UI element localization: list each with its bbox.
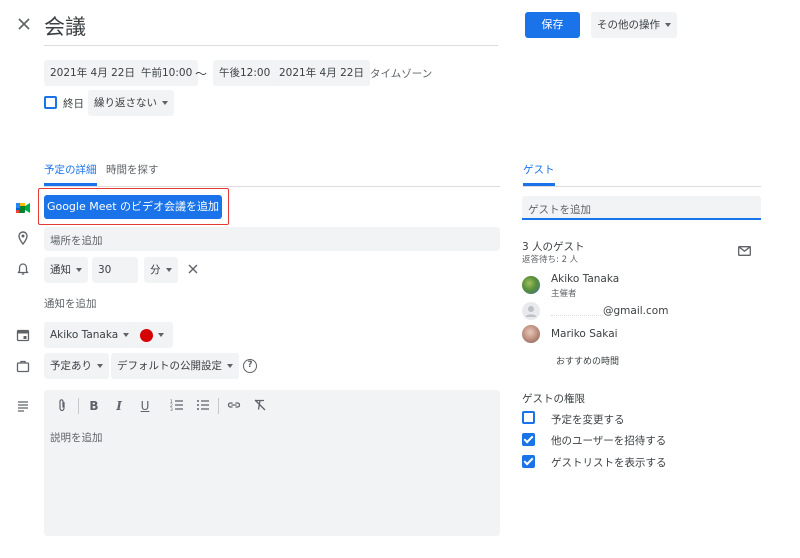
clear-formatting-icon[interactable] bbox=[252, 398, 268, 414]
link-icon[interactable] bbox=[226, 398, 242, 414]
start-time-chip[interactable]: 午前10:00 bbox=[135, 60, 199, 86]
calendar-icon bbox=[16, 328, 30, 342]
chevron-down-icon bbox=[97, 364, 103, 368]
tab-find-time-label: 時間を探す bbox=[106, 164, 159, 176]
notification-type-label: 通知 bbox=[50, 264, 71, 276]
attachment-icon[interactable] bbox=[54, 398, 70, 414]
end-date-chip[interactable]: 2021年 4月 22日 bbox=[273, 60, 370, 86]
briefcase-icon bbox=[16, 359, 30, 373]
chevron-down-icon bbox=[123, 333, 130, 337]
permission-label: ゲストリストを表示する bbox=[551, 457, 667, 469]
more-actions-label: その他の操作 bbox=[597, 19, 660, 31]
remove-notification-icon[interactable] bbox=[187, 263, 199, 275]
chevron-down-icon bbox=[165, 268, 172, 272]
calendar-owner-label: Akiko Tanaka bbox=[50, 329, 119, 341]
title-text: 会議 bbox=[44, 15, 86, 39]
add-notification-link[interactable]: 通知を追加 bbox=[44, 296, 97, 311]
chevron-down-icon bbox=[227, 364, 233, 368]
toolbar-divider bbox=[78, 398, 79, 414]
guest-count: 3 人のゲスト bbox=[522, 241, 585, 253]
guest-name: Akiko Tanaka bbox=[551, 273, 620, 285]
toolbar-divider bbox=[218, 398, 219, 414]
guest-role: 主催者 bbox=[551, 289, 577, 299]
visibility-dropdown[interactable]: デフォルトの公開設定 bbox=[111, 353, 239, 379]
chevron-down-icon bbox=[162, 101, 168, 105]
redacted-email-prefix bbox=[551, 306, 603, 316]
chevron-down-icon bbox=[665, 23, 671, 27]
tab-find-time[interactable]: 時間を探す bbox=[106, 162, 159, 177]
suggested-times-link[interactable]: おすすめの時間 bbox=[556, 354, 619, 367]
bold-icon[interactable]: B bbox=[86, 398, 102, 414]
location-input[interactable]: 場所を追加 bbox=[44, 227, 500, 251]
notification-type-dropdown[interactable]: 通知 bbox=[44, 257, 88, 283]
tab-guests-label: ゲスト bbox=[523, 164, 555, 176]
guest-name: Mariko Sakai bbox=[551, 328, 618, 340]
close-icon[interactable] bbox=[16, 16, 32, 32]
permission-checkbox-modify[interactable] bbox=[522, 411, 535, 424]
guest-pending: 返答待ち: 2 人 bbox=[522, 255, 579, 265]
visibility-label: デフォルトの公開設定 bbox=[117, 360, 222, 372]
event-color-dropdown[interactable] bbox=[132, 322, 173, 348]
location-placeholder: 場所を追加 bbox=[50, 235, 103, 247]
avatar bbox=[522, 325, 540, 343]
permission-checkbox-see-list[interactable] bbox=[522, 455, 535, 468]
chevron-down-icon bbox=[76, 268, 82, 272]
google-meet-icon bbox=[16, 201, 30, 215]
svg-text:3: 3 bbox=[170, 407, 173, 412]
time-separator: 〜 bbox=[195, 67, 208, 81]
description-icon bbox=[16, 399, 30, 413]
add-google-meet-button[interactable]: Google Meet のビデオ会議を追加 bbox=[44, 195, 222, 219]
numbered-list-icon[interactable]: 123 bbox=[169, 398, 185, 414]
start-date-chip[interactable]: 2021年 4月 22日 bbox=[44, 60, 141, 86]
event-color-swatch bbox=[140, 328, 153, 342]
permission-checkbox-invite[interactable] bbox=[522, 433, 535, 446]
bell-icon bbox=[16, 262, 30, 276]
end-time-chip[interactable]: 午後12:00 bbox=[213, 60, 277, 86]
help-icon-glyph: ? bbox=[247, 360, 253, 370]
all-day-label: 終日 bbox=[63, 98, 84, 110]
tab-guests[interactable]: ゲスト bbox=[523, 162, 555, 186]
calendar-owner-dropdown[interactable]: Akiko Tanaka bbox=[44, 322, 136, 348]
bulleted-list-icon[interactable] bbox=[195, 398, 211, 414]
description-placeholder: 説明を追加 bbox=[50, 432, 103, 444]
underline-icon[interactable]: U bbox=[137, 398, 153, 414]
location-icon bbox=[16, 231, 30, 246]
notification-value-input[interactable]: 30 bbox=[92, 257, 138, 283]
save-button[interactable]: 保存 bbox=[525, 12, 580, 38]
availability-label: 予定あり bbox=[50, 360, 92, 372]
all-day-checkbox[interactable] bbox=[44, 96, 57, 109]
add-guests-placeholder: ゲストを追加 bbox=[528, 204, 591, 216]
timezone-link[interactable]: タイムゾーン bbox=[370, 66, 432, 81]
tab-event-details[interactable]: 予定の詳細 bbox=[44, 162, 97, 186]
guest-email-domain: @gmail.com bbox=[603, 305, 669, 317]
avatar bbox=[522, 302, 540, 320]
permission-label: 予定を変更する bbox=[551, 414, 625, 426]
repeat-dropdown[interactable]: 繰り返さない bbox=[88, 90, 174, 116]
availability-dropdown[interactable]: 予定あり bbox=[44, 353, 109, 379]
guest-permissions-title: ゲストの権限 bbox=[522, 393, 585, 405]
tab-event-details-label: 予定の詳細 bbox=[44, 164, 97, 176]
avatar bbox=[522, 276, 540, 294]
help-icon[interactable]: ? bbox=[243, 359, 257, 373]
chevron-down-icon bbox=[158, 333, 164, 337]
guest-name: @gmail.com bbox=[551, 305, 668, 317]
email-guests-icon[interactable] bbox=[738, 246, 751, 256]
guests-tab-divider bbox=[523, 186, 761, 187]
add-guests-input[interactable]: ゲストを追加 bbox=[522, 196, 761, 220]
notification-unit-dropdown[interactable]: 分 bbox=[144, 257, 178, 283]
italic-icon[interactable]: I bbox=[111, 398, 127, 414]
more-actions-button[interactable]: その他の操作 bbox=[591, 12, 677, 38]
title-input[interactable]: 会議 bbox=[44, 10, 498, 46]
notification-unit-label: 分 bbox=[150, 264, 161, 276]
permission-label: 他のユーザーを招待する bbox=[551, 435, 667, 447]
tabs-divider bbox=[44, 186, 500, 187]
repeat-label: 繰り返さない bbox=[94, 97, 157, 109]
